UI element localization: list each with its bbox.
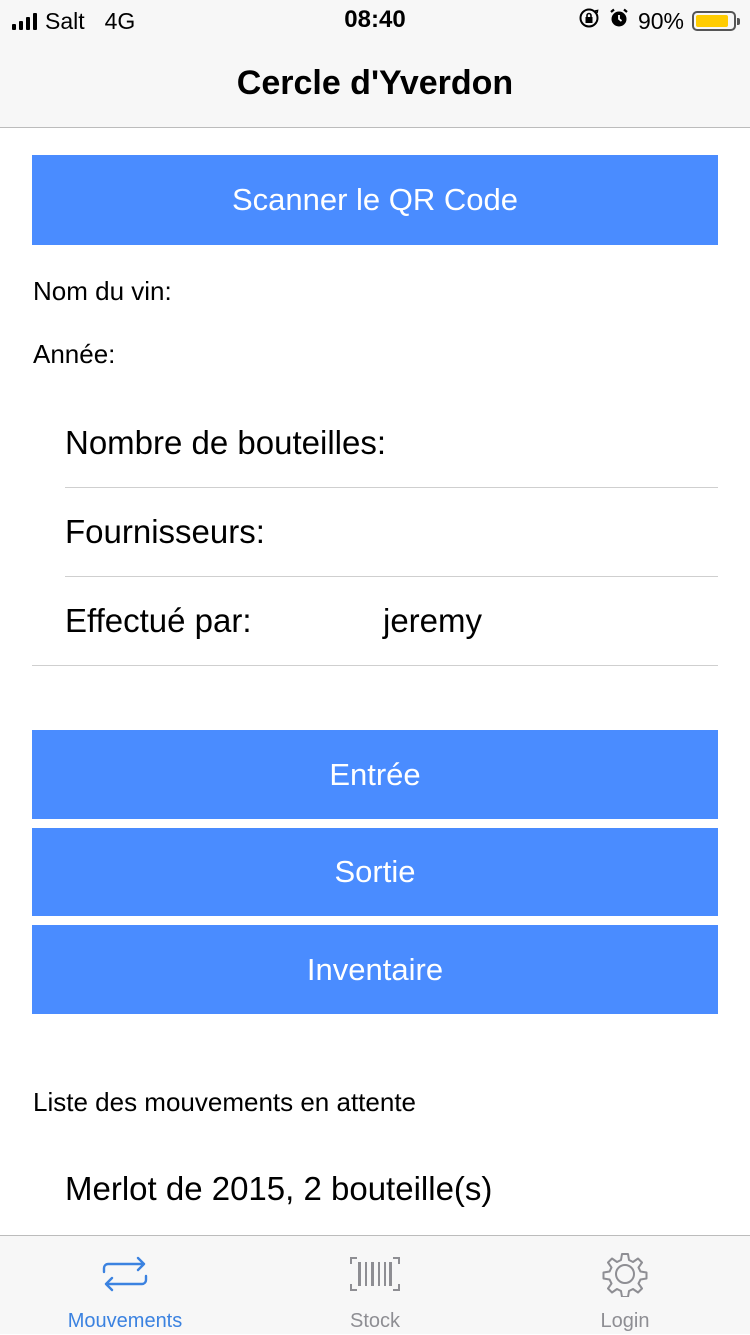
orientation-lock-icon: [578, 7, 600, 35]
transfer-arrows-icon: [100, 1252, 150, 1296]
bottles-count-label: Nombre de bouteilles:: [65, 424, 387, 461]
tab-label: Mouvements: [67, 1310, 183, 1332]
battery-icon: [692, 11, 740, 31]
navigation-bar: Cercle d'Yverdon: [0, 40, 750, 128]
status-bar: Salt 4G 08:40 90%: [0, 0, 750, 40]
suppliers-row[interactable]: Fournisseurs:: [65, 488, 718, 576]
bottles-count-row[interactable]: Nombre de bouteilles:: [65, 399, 718, 487]
battery-percentage: 90%: [637, 7, 684, 34]
battery-level-fill: [696, 15, 729, 27]
wine-name-label: Nom du vin:: [33, 276, 172, 306]
tab-mouvements[interactable]: Mouvements: [0, 1236, 250, 1335]
suppliers-label: Fournisseurs:: [65, 513, 265, 550]
inventory-button[interactable]: Inventaire: [32, 925, 718, 1014]
list-item[interactable]: Merlot de 2015, 2 bouteille(s): [65, 1170, 492, 1208]
tab-label: Login: [600, 1310, 650, 1332]
tab-stock[interactable]: Stock: [250, 1236, 500, 1335]
tab-login[interactable]: Login: [500, 1236, 750, 1335]
divider: [32, 665, 718, 666]
alarm-icon: [608, 7, 630, 35]
scan-qr-button[interactable]: Scanner le QR Code: [32, 155, 718, 245]
exit-button[interactable]: Sortie: [32, 828, 718, 916]
entry-button[interactable]: Entrée: [32, 730, 718, 819]
year-label: Année:: [33, 339, 116, 369]
page-title: Cercle d'Yverdon: [236, 64, 514, 102]
done-by-row[interactable]: Effectué par: jeremy: [65, 577, 718, 665]
done-by-label: Effectué par:: [65, 602, 252, 639]
pending-list-title: Liste des mouvements en attente: [33, 1087, 417, 1117]
done-by-value: jeremy: [383, 602, 483, 639]
barcode-icon: [349, 1252, 401, 1296]
tab-label: Stock: [349, 1310, 401, 1332]
tab-bar: Mouvements Stock Login: [0, 1235, 750, 1334]
status-right: 90%: [578, 7, 740, 35]
gear-icon: [602, 1252, 648, 1297]
